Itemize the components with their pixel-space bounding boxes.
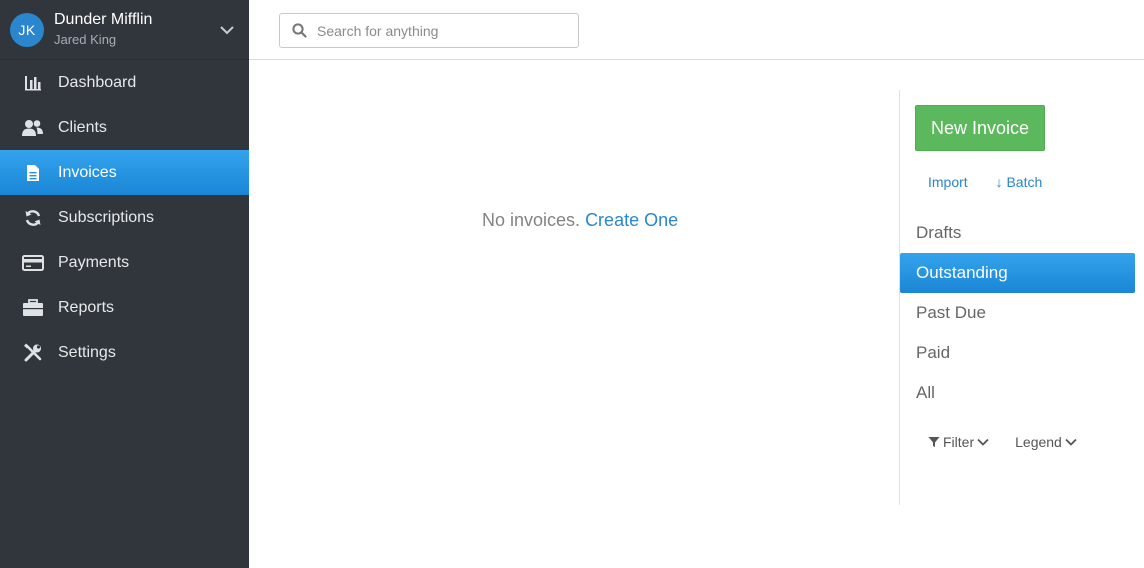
chevron-down-icon[interactable]: [219, 22, 235, 38]
document-icon: [22, 163, 44, 183]
tools-icon: [22, 343, 44, 363]
chevron-down-icon: [977, 438, 989, 446]
filter-icon: [928, 437, 940, 447]
sidebar-nav: Dashboard Clients Invoices Subscriptions…: [0, 60, 249, 375]
account-switcher[interactable]: JK Dunder Mifflin Jared King: [0, 0, 249, 60]
create-invoice-link[interactable]: Create One: [585, 210, 678, 230]
chevron-down-icon: [1065, 438, 1077, 446]
briefcase-icon: [22, 298, 44, 318]
sidebar-item-subscriptions[interactable]: Subscriptions: [0, 195, 249, 240]
status-item-all[interactable]: All: [900, 373, 1135, 413]
avatar: JK: [10, 12, 44, 47]
bar-chart-icon: [22, 73, 44, 93]
users-icon: [22, 118, 44, 138]
status-item-past-due[interactable]: Past Due: [900, 293, 1135, 333]
top-bar: [249, 0, 1144, 60]
sidebar: JK Dunder Mifflin Jared King Dashboard C…: [0, 0, 249, 568]
sidebar-item-label: Clients: [58, 118, 107, 136]
panel-tools: Filter Legend: [928, 434, 1077, 450]
account-info: Dunder Mifflin Jared King: [54, 10, 153, 47]
search-box[interactable]: [279, 13, 579, 48]
search-icon: [292, 23, 307, 38]
invoice-panel: New Invoice Import ↓ Batch Drafts Outsta…: [899, 90, 1144, 505]
sidebar-item-dashboard[interactable]: Dashboard: [0, 60, 249, 105]
sidebar-item-label: Invoices: [58, 163, 117, 181]
sidebar-item-label: Payments: [58, 253, 130, 271]
filter-label: Filter: [943, 434, 975, 450]
sidebar-item-label: Dashboard: [58, 73, 137, 91]
status-item-drafts[interactable]: Drafts: [900, 213, 1135, 253]
invoice-actions: Import ↓ Batch: [928, 174, 1042, 190]
refresh-icon: [22, 208, 44, 228]
credit-card-icon: [22, 253, 44, 273]
status-item-paid[interactable]: Paid: [900, 333, 1135, 373]
user-name: Jared King: [54, 31, 117, 47]
empty-state: No invoices. Create One: [482, 210, 678, 231]
filter-dropdown[interactable]: Filter: [928, 434, 989, 450]
sidebar-item-label: Settings: [58, 343, 116, 361]
batch-link[interactable]: ↓ Batch: [996, 174, 1043, 190]
company-name: Dunder Mifflin: [54, 10, 153, 28]
sidebar-item-invoices[interactable]: Invoices: [0, 150, 249, 195]
sidebar-item-reports[interactable]: Reports: [0, 285, 249, 330]
legend-dropdown[interactable]: Legend: [1015, 434, 1077, 450]
sidebar-item-label: Reports: [58, 298, 115, 316]
search-input[interactable]: [317, 22, 567, 39]
sidebar-item-settings[interactable]: Settings: [0, 330, 249, 375]
import-link[interactable]: Import: [928, 174, 968, 190]
sidebar-item-label: Subscriptions: [58, 208, 155, 226]
status-filter-list: Drafts Outstanding Past Due Paid All: [900, 213, 1135, 413]
empty-state-text: No invoices.: [482, 210, 581, 230]
sidebar-item-clients[interactable]: Clients: [0, 105, 249, 150]
sidebar-item-payments[interactable]: Payments: [0, 240, 249, 285]
new-invoice-button[interactable]: New Invoice: [915, 105, 1045, 151]
status-item-outstanding[interactable]: Outstanding: [900, 253, 1135, 293]
legend-label: Legend: [1015, 434, 1062, 450]
